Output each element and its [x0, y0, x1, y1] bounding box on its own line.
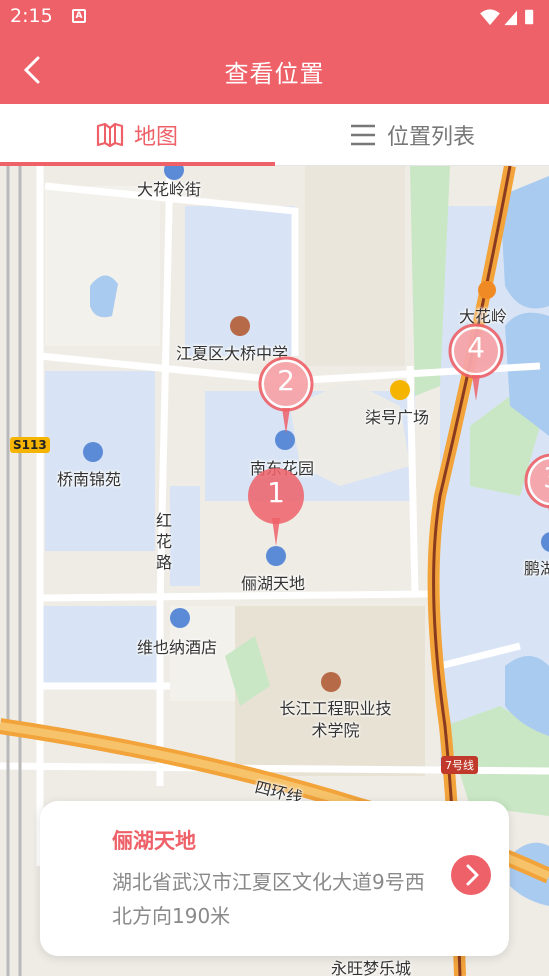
metro-station-icon	[478, 281, 496, 299]
app-bar: 查看位置	[0, 34, 549, 104]
location-marker-3[interactable]: 3	[522, 451, 549, 531]
residence-icon	[83, 442, 103, 462]
status-time: 2:15	[10, 5, 53, 27]
location-marker-1[interactable]: 1	[246, 466, 306, 546]
marker-number: 4	[467, 331, 485, 364]
marker-number: 2	[277, 364, 295, 397]
system-status-icons	[480, 9, 534, 26]
marker-number: 3	[522, 461, 549, 494]
map-label-hotel: 维也纳酒店	[137, 638, 218, 657]
shopping-icon	[390, 380, 410, 400]
map-label-mall: 永旺梦乐城	[331, 959, 412, 976]
map-label-road: 红花路	[155, 511, 172, 572]
metro-line-badge: 7号线	[441, 756, 478, 774]
location-marker-4[interactable]: 4	[446, 321, 506, 401]
route-badge-s113: S113	[10, 437, 50, 453]
school-icon	[230, 316, 250, 336]
tab-list-label: 位置列表	[386, 125, 475, 150]
chevron-right-icon	[466, 864, 479, 886]
map-label-lihu: 俪湖天地	[241, 574, 306, 593]
tab-map-label: 地图	[133, 125, 178, 150]
notification-icon: A	[72, 9, 86, 23]
tab-bar: 地图 位置列表	[0, 104, 549, 166]
page-title: 查看位置	[224, 60, 325, 88]
location-name: 俪湖天地	[112, 829, 196, 853]
location-marker-2[interactable]: 2	[256, 354, 316, 434]
list-icon	[349, 123, 377, 147]
map-label-peng: 鹏湖	[524, 559, 549, 578]
college-icon	[321, 672, 341, 692]
navigate-button[interactable]	[451, 855, 491, 895]
map-label-residence: 桥南锦苑	[57, 470, 122, 489]
map-label-college: 长江工程职业技术学院	[279, 699, 392, 740]
location-info-card[interactable]: 俪湖天地 湖北省武汉市江夏区文化大道9号西北方向190米	[40, 801, 509, 956]
residence-icon	[266, 546, 286, 566]
map-label-plaza: 柒号广场	[365, 408, 430, 427]
tab-location-list[interactable]: 位置列表	[275, 104, 549, 166]
map-label-street: 大花岭街	[137, 180, 202, 199]
hotel-icon	[170, 608, 190, 628]
marker-number: 1	[267, 476, 285, 509]
map-book-icon	[96, 122, 124, 148]
location-address: 湖北省武汉市江夏区文化大道9号西北方向190米	[112, 870, 425, 928]
tab-map[interactable]: 地图	[0, 104, 274, 166]
status-bar: 2:15 A	[0, 0, 549, 34]
